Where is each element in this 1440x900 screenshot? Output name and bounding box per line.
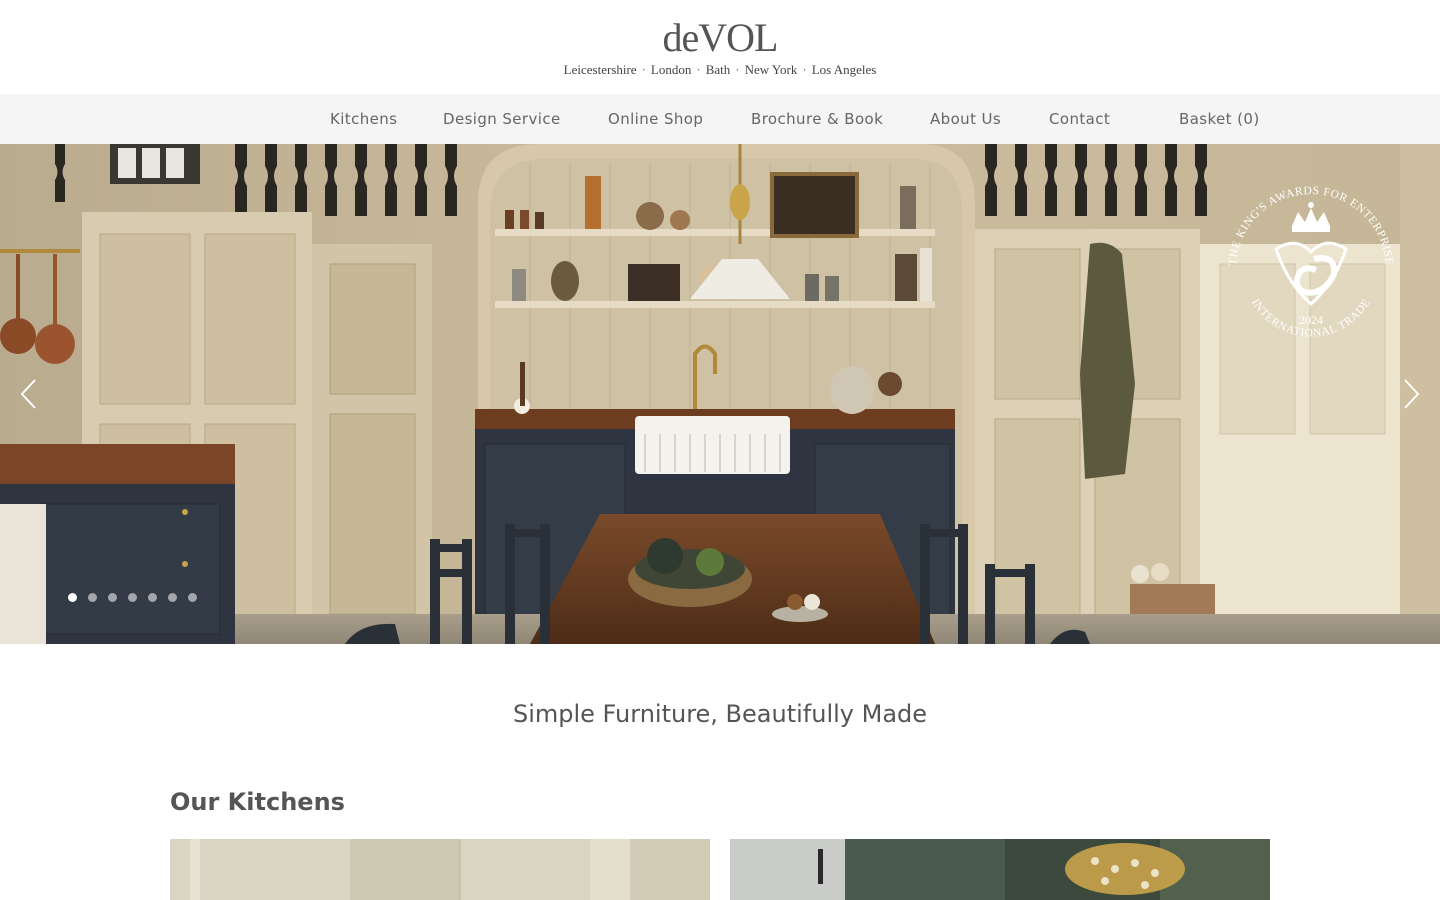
location-separator: · — [802, 62, 807, 77]
location-item: Los Angeles — [811, 62, 877, 77]
chevron-right-icon — [1404, 379, 1420, 409]
carousel-dot[interactable] — [68, 593, 77, 602]
carousel-dot[interactable] — [88, 593, 97, 602]
location-item: Bath — [705, 62, 731, 77]
carousel-dot[interactable] — [108, 593, 117, 602]
kitchen-card[interactable] — [730, 839, 1270, 900]
kings-award-seal: THE KING'S AWARDS FOR ENTERPRISE INTERNA… — [1227, 185, 1394, 340]
location-separator: · — [735, 62, 740, 77]
location-separator: · — [696, 62, 701, 77]
nav-item-contact[interactable]: Contact — [1049, 94, 1110, 144]
devol-logo[interactable]: deVOL — [0, 14, 1440, 61]
location-item: New York — [744, 62, 798, 77]
carousel-dot[interactable] — [128, 593, 137, 602]
carousel-prev-button[interactable] — [8, 370, 48, 418]
carousel-dot[interactable] — [148, 593, 157, 602]
location-item: Leicestershire — [563, 62, 637, 77]
site-header: deVOL Leicestershire · London · Bath · New Yor… — [0, 0, 1440, 94]
nav-item-online-shop[interactable]: Online Shop — [608, 94, 703, 144]
award-year: 2024 — [1299, 313, 1323, 327]
carousel-dot[interactable] — [188, 593, 197, 602]
nav-item-kitchens[interactable]: Kitchens — [330, 94, 397, 144]
main-nav: Kitchens Design Service Online Shop Broc… — [0, 94, 1440, 144]
carousel-next-button[interactable] — [1392, 370, 1432, 418]
hero-carousel: THE KING'S AWARDS FOR ENTERPRISE INTERNA… — [0, 144, 1440, 644]
nav-item-brochure-book[interactable]: Brochure & Book — [751, 94, 883, 144]
kitchen-card[interactable] — [170, 839, 710, 900]
section-title-our-kitchens: Our Kitchens — [170, 788, 345, 816]
kitchen-card-image — [170, 839, 710, 900]
locations-list: Leicestershire · London · Bath · New York · Los … — [0, 62, 1440, 78]
chevron-left-icon — [20, 379, 36, 409]
location-item: London — [650, 62, 692, 77]
nav-item-about-us[interactable]: About Us — [930, 94, 1001, 144]
crown-icon — [1292, 202, 1330, 232]
carousel-dot[interactable] — [168, 593, 177, 602]
tagline: Simple Furniture, Beautifully Made — [512, 700, 928, 728]
location-separator: · — [641, 62, 646, 77]
nav-item-design-service[interactable]: Design Service — [443, 94, 561, 144]
basket-link[interactable]: Basket (0) — [1179, 94, 1260, 144]
kitchen-card-image — [730, 839, 1270, 900]
